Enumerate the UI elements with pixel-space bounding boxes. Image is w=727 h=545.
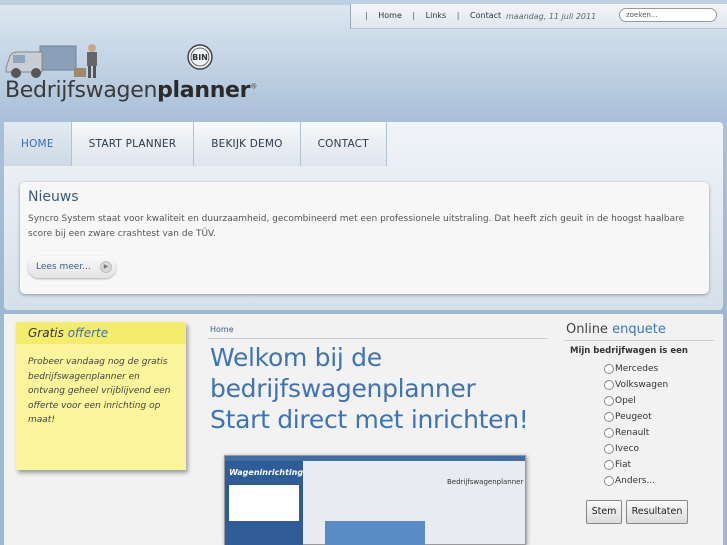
screenshot-side-title: Wageninrichting [229, 468, 304, 477]
radio-icon[interactable] [604, 396, 614, 406]
svg-text:BIN: BIN [192, 53, 208, 62]
poll-option[interactable]: Anders... [604, 473, 668, 489]
planner-screenshot-image: Wageninrichting Bedrijfswagenplanner [224, 455, 526, 545]
nav-item-home[interactable]: HOME [4, 122, 72, 166]
top-link-contact[interactable]: Contact [470, 11, 501, 20]
poll-option[interactable]: Renault [604, 425, 668, 441]
radio-icon[interactable] [604, 476, 614, 486]
offerte-title: Gratis offerte [16, 322, 186, 344]
news-text: Syncro System staat voor kwaliteit en du… [28, 214, 685, 239]
screenshot-logo: Bedrijfswagenplanner [447, 478, 524, 486]
vote-button[interactable]: Stem [586, 500, 622, 524]
divider [208, 338, 548, 339]
top-link-home[interactable]: Home [378, 11, 402, 20]
site-logo[interactable]: Bedrijfswagenplanner® [5, 78, 257, 103]
page-title: Welkom bij de bedrijfswagenplanner Start… [210, 343, 529, 434]
news-title: Nieuws [28, 189, 79, 205]
radio-icon[interactable] [604, 444, 614, 454]
nav-item-contact[interactable]: CONTACT [300, 122, 387, 166]
offerte-note: Gratis offerte Probeer vandaag nog de gr… [16, 322, 186, 470]
nav-item-start-planner[interactable]: START PLANNER [71, 122, 195, 166]
offerte-text: Probeer vandaag nog de gratis bedrijfswa… [28, 357, 171, 425]
top-bar: | Home | Links | Contact maandag, 11 jul… [350, 4, 727, 29]
poll-option[interactable]: Volkswagen [604, 377, 668, 393]
breadcrumb[interactable]: Home [210, 325, 234, 334]
poll-question: Mijn bedrijfwagen is een [570, 346, 688, 356]
read-more-button[interactable]: Lees meer... ▶ [28, 256, 116, 278]
radio-icon[interactable] [604, 364, 614, 374]
van-logo-icon [5, 44, 97, 78]
poll-option[interactable]: Peugeot [604, 409, 668, 425]
poll-option[interactable]: Mercedes [604, 361, 668, 377]
search-input[interactable]: zoeken... [619, 8, 717, 22]
main-nav: HOME START PLANNER BEKIJK DEMO CONTACT [4, 122, 387, 166]
radio-icon[interactable] [604, 428, 614, 438]
poll-option[interactable]: Opel [604, 393, 668, 409]
play-arrow-icon: ▶ [100, 261, 112, 273]
top-links: | Home | Links | Contact [365, 11, 502, 20]
news-box: Nieuws Syncro System staat voor kwalitei… [20, 182, 709, 294]
poll-options: Mercedes Volkswagen Opel Peugeot Renault… [604, 361, 668, 489]
bin-badge-icon: BIN [187, 44, 213, 70]
radio-icon[interactable] [604, 460, 614, 470]
nav-item-bekijk-demo[interactable]: BEKIJK DEMO [194, 122, 301, 166]
poll-column: Online enquete Mijn bedrijfwagen is een … [558, 318, 718, 545]
current-date: maandag, 11 juli 2011 [506, 12, 597, 21]
results-button[interactable]: Resultaten [626, 500, 688, 524]
poll-option[interactable]: Iveco [604, 441, 668, 457]
radio-icon[interactable] [604, 380, 614, 390]
poll-title: Online enquete [566, 322, 666, 337]
poll-option[interactable]: Fiat [604, 457, 668, 473]
radio-icon[interactable] [604, 412, 614, 422]
top-link-links[interactable]: Links [426, 11, 447, 20]
